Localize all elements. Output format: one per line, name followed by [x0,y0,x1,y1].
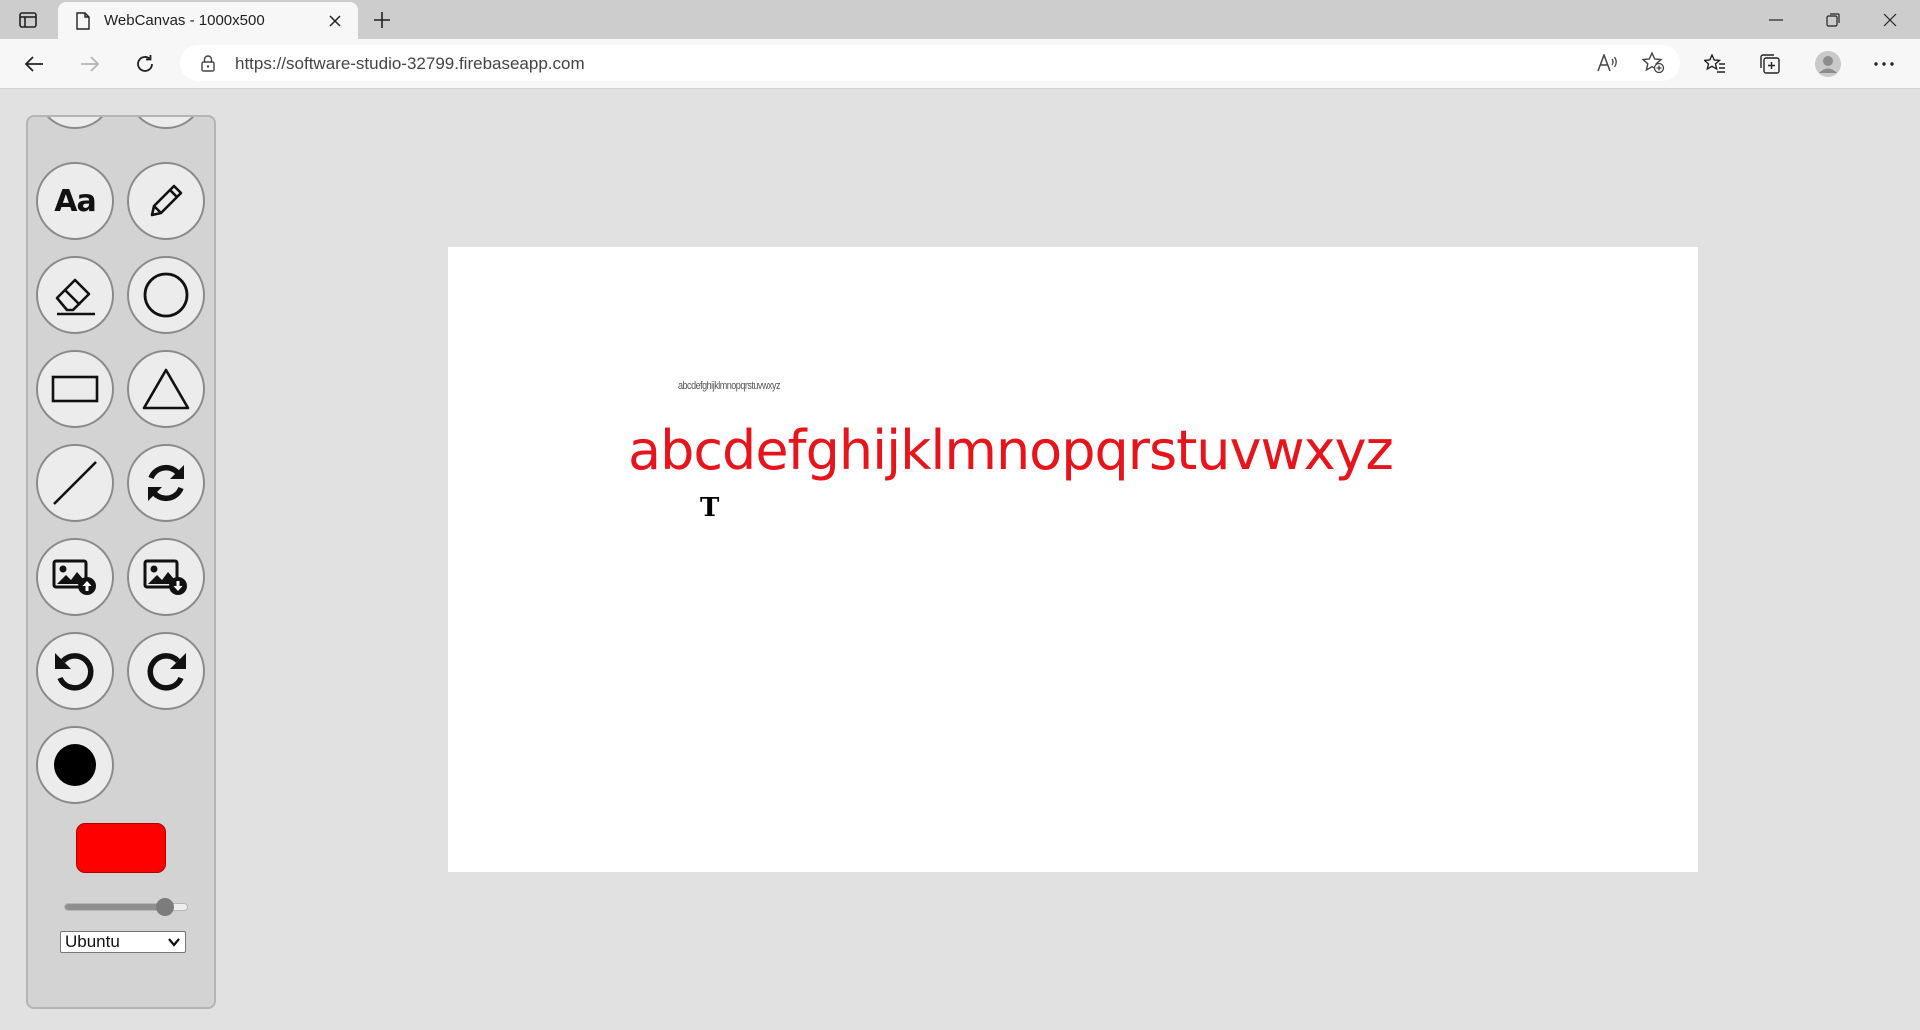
redo-icon [147,653,186,691]
redo-tool-button[interactable] [127,632,205,710]
line-icon [53,461,97,505]
undo-tool-button[interactable] [36,632,114,710]
pencil-icon [150,184,183,217]
new-tab-icon[interactable] [368,7,396,33]
forward-icon[interactable] [72,46,108,82]
circle-tool-button[interactable] [127,256,205,334]
brush-size-slider[interactable] [64,898,188,916]
text-icon: Aa [54,183,96,219]
triangle-tool-button[interactable] [127,350,205,428]
restore-icon[interactable] [1805,0,1861,39]
minimize-icon[interactable] [1748,0,1804,39]
favorites-icon[interactable] [1697,46,1733,82]
more-menu-icon[interactable] [1866,46,1902,82]
undo-icon [55,653,94,691]
page-icon [74,11,92,31]
text-tool-button[interactable]: Aa [36,162,114,240]
font-select-value: Ubuntu [65,932,120,951]
tab-title: WebCanvas - 1000x500 [104,12,265,29]
download-image-tool-button[interactable] [127,538,205,616]
tab-strip: WebCanvas - 1000x500 [0,0,1920,39]
back-icon[interactable] [16,46,52,82]
close-window-icon[interactable] [1862,0,1918,39]
canvas-big-text: abcdefghijklmnopqrstuvwxyz [628,419,1394,482]
image-download-icon [143,559,187,595]
lock-icon[interactable] [198,53,218,73]
profile-avatar-icon[interactable] [1810,46,1846,82]
refresh-tool-button[interactable] [127,444,205,522]
eraser-icon [55,278,95,316]
text-cursor-icon: T [700,493,720,523]
triangle-icon [142,368,190,410]
eraser-tool-button[interactable] [36,256,114,334]
line-tool-button[interactable] [36,444,114,522]
browser-tab[interactable]: WebCanvas - 1000x500 [58,2,358,39]
tool-panel: Aa Ubuntu [26,115,216,1009]
pencil-tool-button[interactable] [127,162,205,240]
circle-icon [143,272,189,318]
add-favorite-icon[interactable] [1640,52,1666,74]
drawing-canvas[interactable]: abcdefghijklmnopqrstuvwxyz abcdefghijklm… [448,247,1698,872]
font-select[interactable]: Ubuntu [60,931,186,953]
refresh-icon [148,464,184,502]
slider-fill [65,904,165,910]
chevron-down-icon [168,938,180,947]
hidden-tool-right[interactable] [127,117,205,129]
navigation-bar: https://software-studio-32799.firebaseap… [0,39,1920,89]
url-text[interactable]: https://software-studio-32799.firebaseap… [235,54,585,74]
brush-size-tool-button[interactable] [36,726,114,804]
canvas-small-text: abcdefghijklmnopqrstuvwxyz [678,380,781,392]
tab-actions-icon[interactable] [14,8,42,32]
collections-icon[interactable] [1752,46,1788,82]
hidden-tool-left[interactable] [36,117,114,129]
rectangle-icon [51,375,99,403]
refresh-page-icon[interactable] [127,46,163,82]
color-picker[interactable] [76,823,166,873]
close-tab-icon[interactable] [324,10,346,32]
upload-image-tool-button[interactable] [36,538,114,616]
rectangle-tool-button[interactable] [36,350,114,428]
image-upload-icon [52,559,96,595]
slider-thumb[interactable] [156,898,174,916]
filled-circle-icon [54,744,96,786]
address-bar[interactable]: https://software-studio-32799.firebaseap… [180,45,1680,81]
read-aloud-icon[interactable] [1596,52,1620,74]
